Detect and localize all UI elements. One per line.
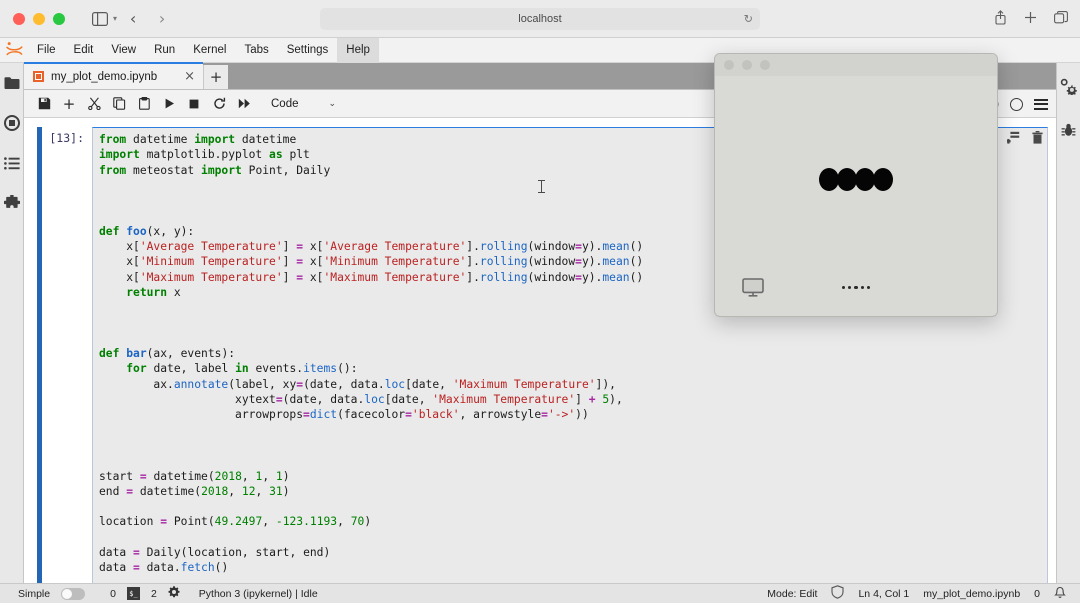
bell-icon[interactable] [1054,585,1066,602]
window-traffic-lights [13,12,65,25]
run-cell-icon[interactable] [157,92,181,116]
menu-view[interactable]: View [102,38,145,63]
commands-list-icon[interactable] [3,154,21,172]
cut-icon[interactable] [82,92,106,116]
back-arrow-icon[interactable]: ‹ [120,7,146,31]
simple-mode-toggle[interactable] [61,587,86,600]
right-activity-bar [1056,63,1080,583]
cell-type-value: Code [271,97,299,110]
gear-icon[interactable] [168,586,180,601]
notebook-toolbar-right: l) [993,90,1048,118]
browser-toolbar: ▾ ‹ › localhost ↻ [0,0,1080,38]
close-window-button[interactable] [13,12,25,25]
cell-type-selector[interactable]: Code ⌄ [271,98,336,110]
screen-sharing-icon[interactable] [742,278,764,302]
notification-count: 0 [1034,587,1040,600]
password-dot [837,168,857,191]
debugger-icon[interactable] [1060,121,1078,139]
cell-execution-prompt: [13]: [49,131,84,145]
loading-dots-indicator [715,286,997,290]
dialog-body [715,76,997,316]
file-browser-icon[interactable] [3,74,21,92]
password-dot [855,168,875,191]
dialog-minimize-button[interactable] [742,60,752,70]
loading-dot [860,286,864,290]
address-bar[interactable]: localhost ↻ [320,8,760,30]
menu-tabs[interactable]: Tabs [235,38,277,63]
loading-dot [866,286,870,290]
notebook-file-icon [33,71,44,82]
dialog-maximize-button[interactable] [760,60,770,70]
cell-inline-toolbar [1006,131,1043,149]
dialog-close-button[interactable] [724,60,734,70]
status-bar: Simple 0 $_ 2 Python 3 (ipykernel) | Idl… [0,583,1080,603]
status-bar-left: Simple 0 $_ 2 Python 3 (ipykernel) | Idl… [0,586,318,601]
paste-icon[interactable] [132,92,156,116]
address-bar-text: localhost [518,13,562,25]
chevron-down-icon[interactable]: ▾ [113,14,117,23]
restart-kernel-icon[interactable] [207,92,231,116]
kernels-count: 2 [150,587,157,600]
text-cursor-icon [538,180,545,193]
reload-icon[interactable]: ↻ [744,13,753,26]
new-launcher-button[interactable]: + [203,65,229,89]
share-icon[interactable] [993,9,1008,26]
new-tab-icon[interactable] [1023,9,1038,26]
password-dot [873,168,893,191]
property-inspector-icon[interactable] [1060,77,1078,95]
minimize-window-button[interactable] [33,12,45,25]
dialog-footer [715,278,997,300]
loading-dot [854,286,858,290]
menu-file[interactable]: File [28,38,65,63]
menu-kernel[interactable]: Kernel [184,38,235,63]
status-bar-right: Mode: Edit Ln 4, Col 1 my_plot_demo.ipyn… [767,585,1066,602]
password-dot [819,168,839,191]
kernel-idle-circle-icon[interactable] [1010,97,1023,111]
restart-run-all-icon[interactable] [232,92,256,116]
menu-edit[interactable]: Edit [65,38,103,63]
extension-manager-icon[interactable] [3,194,21,212]
simple-mode-label: Simple [18,587,51,600]
loading-dot [842,286,846,290]
running-terminals-icon[interactable] [3,114,21,132]
password-prompt-dialog[interactable] [714,53,998,317]
active-cell-indicator [37,127,42,583]
hamburger-menu-icon[interactable] [1034,98,1048,110]
menu-run[interactable]: Run [145,38,184,63]
password-dots-display[interactable] [715,168,997,191]
sidebar-toggle-icon[interactable] [87,7,113,31]
tab-overview-icon[interactable] [1053,9,1068,26]
duplicate-cell-icon[interactable] [1006,131,1020,149]
maximize-window-button[interactable] [53,12,65,25]
terminals-count: 0 [110,587,116,600]
close-tab-icon[interactable]: × [184,69,195,84]
menu-settings[interactable]: Settings [278,38,338,63]
kernel-console-icon[interactable]: $_ [126,587,140,600]
save-icon[interactable] [32,92,56,116]
notebook-tab[interactable]: my_plot_demo.ipynb × [24,62,204,89]
left-activity-bar [0,63,24,583]
notebook-tab-label: my_plot_demo.ipynb [51,70,158,83]
stop-kernel-icon[interactable] [182,92,206,116]
copy-icon[interactable] [107,92,131,116]
editor-mode-label: Mode: Edit [767,587,818,600]
trash-icon[interactable] [1032,131,1043,149]
chevron-down-icon: ⌄ [328,98,337,109]
jupyter-logo-icon [0,38,28,63]
trusted-shield-icon[interactable] [831,585,845,602]
insert-cell-icon[interactable]: + [57,92,81,116]
dialog-titlebar[interactable] [715,54,997,76]
cursor-position-label[interactable]: Ln 4, Col 1 [858,588,909,600]
menu-help[interactable]: Help [337,37,379,63]
browser-actions [993,9,1068,26]
forward-arrow-icon[interactable]: › [149,7,175,31]
loading-dot [848,286,852,290]
kernel-status-text[interactable]: Python 3 (ipykernel) | Idle [199,588,318,600]
current-filename-label: my_plot_demo.ipynb [923,587,1021,600]
